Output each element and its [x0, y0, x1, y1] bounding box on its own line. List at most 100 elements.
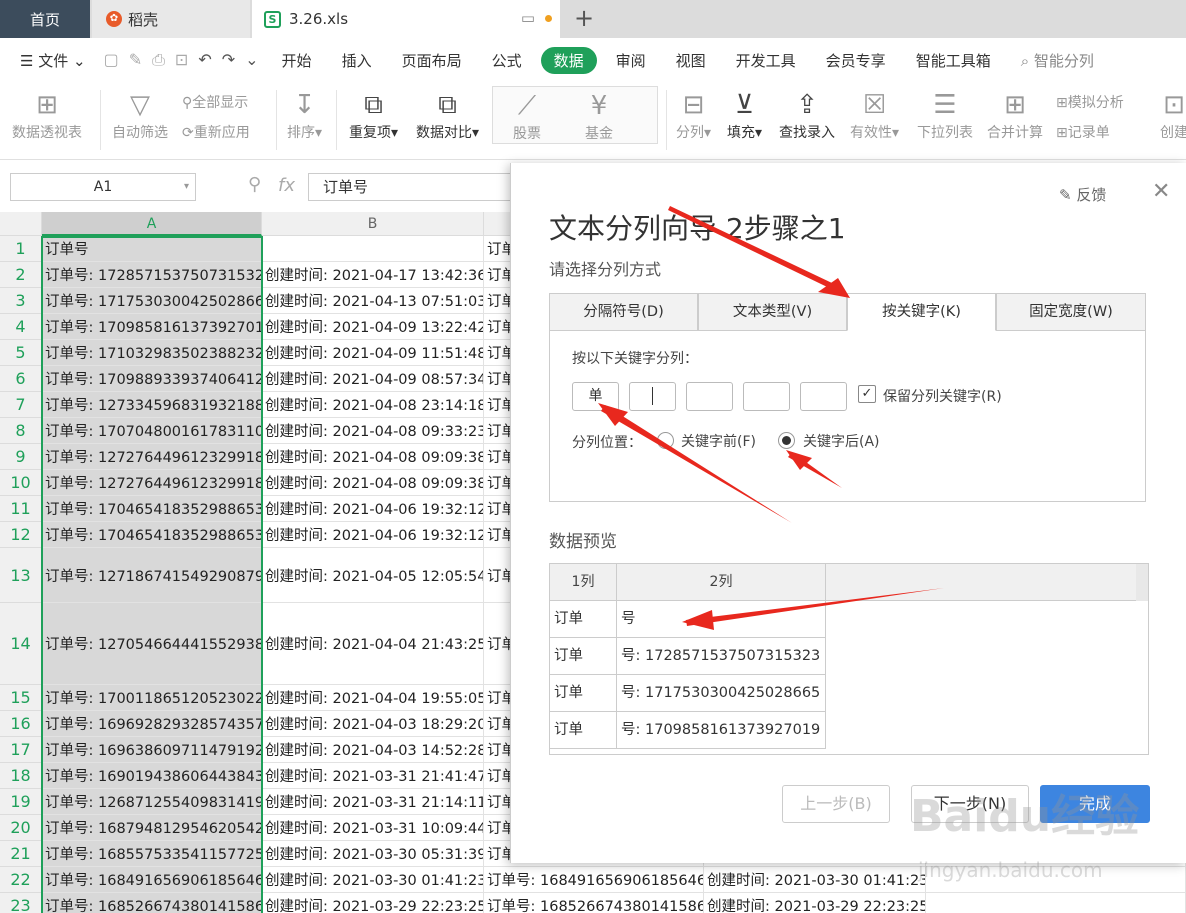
- cell-a[interactable]: 订单号: 1717530300425028665: [42, 288, 262, 314]
- cell-b[interactable]: [262, 236, 484, 262]
- tab-home[interactable]: 首页: [0, 0, 90, 38]
- customize-icon[interactable]: ⌄: [245, 50, 258, 70]
- cell-a[interactable]: 订单号: 1271867415492908794: [42, 548, 262, 603]
- feedback-button[interactable]: ✎ 反馈: [1059, 184, 1106, 205]
- tab-text-type[interactable]: 文本类型(V): [698, 293, 847, 331]
- row-header[interactable]: 14: [0, 603, 42, 685]
- menu-developer[interactable]: 开发工具: [721, 50, 811, 71]
- row-header[interactable]: 10: [0, 470, 42, 496]
- monitor-icon[interactable]: ▭: [521, 9, 535, 27]
- cell-a[interactable]: 订单号: [42, 236, 262, 262]
- close-icon[interactable]: ✕: [1152, 179, 1170, 204]
- row-header[interactable]: 11: [0, 496, 42, 522]
- cell-b[interactable]: 创建时间: 2021-04-13 07:51:03: [262, 288, 484, 314]
- cell-b[interactable]: 创建时间: 2021-04-08 09:09:38: [262, 444, 484, 470]
- cell-a[interactable]: 订单号: 1704654183529886533: [42, 496, 262, 522]
- split-columns-button[interactable]: ⊟ 分列▾: [676, 88, 711, 142]
- duplicates-button[interactable]: ⧉ 重复项▾: [349, 88, 398, 142]
- data-compare-button[interactable]: ⧉ 数据对比▾: [416, 88, 479, 142]
- before-keyword-radio[interactable]: [657, 432, 674, 449]
- cell-a[interactable]: 订单号: 1696928293285743574: [42, 711, 262, 737]
- row-header[interactable]: 13: [0, 548, 42, 603]
- fx-icon[interactable]: fx: [278, 175, 295, 196]
- sort-button[interactable]: ↧ 排序▾: [287, 88, 322, 142]
- column-header-b[interactable]: B: [262, 212, 484, 236]
- record-form-button[interactable]: ⊞记录单: [1056, 122, 1110, 142]
- cell-a[interactable]: 订单号: 1270546644415529386: [42, 603, 262, 685]
- keep-keyword-checkbox[interactable]: ✓: [858, 385, 876, 403]
- menu-data[interactable]: 数据: [540, 46, 597, 74]
- smart-split-search[interactable]: ⌕ 智能分列: [1006, 50, 1109, 71]
- cell-b[interactable]: 创建时间: 2021-03-30 01:41:23: [262, 867, 484, 893]
- row-header[interactable]: 1: [0, 236, 42, 262]
- cell-b[interactable]: 创建时间: 2021-04-06 19:32:12: [262, 522, 484, 548]
- cell-b[interactable]: 创建时间: 2021-04-09 13:22:42: [262, 314, 484, 340]
- select-all-corner[interactable]: [0, 212, 42, 236]
- cell-b[interactable]: 创建时间: 2021-04-09 08:57:34: [262, 366, 484, 392]
- row-header[interactable]: 17: [0, 737, 42, 763]
- row-header[interactable]: 9: [0, 444, 42, 470]
- keyword-input-5[interactable]: [800, 382, 847, 411]
- print-preview-icon[interactable]: ⊡: [175, 50, 188, 70]
- tab-delimiter[interactable]: 分隔符号(D): [549, 293, 698, 331]
- dropdown-list-button[interactable]: ☰ 下拉列表: [917, 88, 973, 142]
- row-header[interactable]: 19: [0, 789, 42, 815]
- cell-a[interactable]: 订单号: 1707048001617831106: [42, 418, 262, 444]
- cell-a[interactable]: 订单号: 1272764496123299183: [42, 470, 262, 496]
- cell-b[interactable]: 创建时间: 2021-04-03 18:29:20: [262, 711, 484, 737]
- after-keyword-radio[interactable]: [778, 432, 795, 449]
- cell-b[interactable]: 创建时间: 2021-04-09 11:51:48: [262, 340, 484, 366]
- cell-a[interactable]: 订单号: 1268712554098314196: [42, 789, 262, 815]
- prev-step-button[interactable]: 上一步(B): [782, 785, 890, 823]
- cell-a[interactable]: 订单号: 1685266743801415868: [42, 893, 262, 913]
- cell-b[interactable]: 创建时间: 2021-04-05 12:05:54: [262, 548, 484, 603]
- row-header[interactable]: 23: [0, 893, 42, 913]
- cell-a[interactable]: 订单号: 1684916569061856460: [42, 867, 262, 893]
- menu-formula[interactable]: 公式: [477, 50, 537, 71]
- cell-a[interactable]: 订单号: 1696386097114791925: [42, 737, 262, 763]
- cell-b[interactable]: 创建时间: 2021-03-30 05:31:39: [262, 841, 484, 867]
- tab-file[interactable]: S 3.26.xls ▭: [252, 0, 560, 38]
- row-header[interactable]: 7: [0, 392, 42, 418]
- stock-button[interactable]: ⟋ 股票: [513, 89, 541, 143]
- cell-b[interactable]: 创建时间: 2021-04-17 13:42:36: [262, 262, 484, 288]
- tab-docer[interactable]: ✿ 稻壳: [92, 0, 250, 38]
- row-header[interactable]: 3: [0, 288, 42, 314]
- cell-b[interactable]: 创建时间: 2021-04-08 09:33:23: [262, 418, 484, 444]
- cell-a[interactable]: 订单号: 1710329835023882323: [42, 340, 262, 366]
- show-all-button[interactable]: ⚲全部显示: [182, 92, 248, 112]
- cell-b[interactable]: 创建时间: 2021-04-08 23:14:18: [262, 392, 484, 418]
- cell-c[interactable]: 订单号: 1685266743801415868: [484, 893, 704, 913]
- keyword-input-1[interactable]: 单: [572, 382, 619, 411]
- menu-page-layout[interactable]: 页面布局: [387, 50, 477, 71]
- cell-b[interactable]: 创建时间: 2021-04-03 14:52:28: [262, 737, 484, 763]
- new-tab-icon[interactable]: +: [574, 4, 594, 32]
- cell-b[interactable]: 创建时间: 2021-04-04 21:43:25: [262, 603, 484, 685]
- cell-b[interactable]: 创建时间: 2021-03-31 10:09:44: [262, 815, 484, 841]
- cell-a[interactable]: 订单号: 1700118651205230223: [42, 685, 262, 711]
- tab-fixed-width[interactable]: 固定宽度(W): [996, 293, 1146, 331]
- cell-b[interactable]: 创建时间: 2021-03-29 22:23:25: [262, 893, 484, 913]
- cell-b[interactable]: 创建时间: 2021-03-31 21:14:11: [262, 789, 484, 815]
- keyword-input-4[interactable]: [743, 382, 790, 411]
- row-header[interactable]: 2: [0, 262, 42, 288]
- preview-scrollbar[interactable]: [1136, 564, 1148, 601]
- row-header[interactable]: 18: [0, 763, 42, 789]
- save-icon[interactable]: ▢: [104, 50, 119, 70]
- cell-b[interactable]: 创建时间: 2021-04-04 19:55:05: [262, 685, 484, 711]
- redo-icon[interactable]: ↷: [222, 50, 235, 70]
- cell-a[interactable]: 订单号: 1709889339374064128: [42, 366, 262, 392]
- cell-a[interactable]: 订单号: 1273345968319321885: [42, 392, 262, 418]
- cell-b[interactable]: 创建时间: 2021-04-06 19:32:12: [262, 496, 484, 522]
- cell-a[interactable]: 订单号: 1704654183529886533: [42, 522, 262, 548]
- cell-d[interactable]: 创建时间: 2021-03-29 22:23:25: [704, 893, 926, 913]
- row-header[interactable]: 22: [0, 867, 42, 893]
- row-header[interactable]: 20: [0, 815, 42, 841]
- row-header[interactable]: 5: [0, 340, 42, 366]
- cell-e[interactable]: [926, 893, 1186, 913]
- print-icon[interactable]: ⎙: [152, 50, 165, 70]
- menu-view[interactable]: 视图: [661, 50, 721, 71]
- create-group-button[interactable]: ⊡ 创建: [1160, 88, 1186, 142]
- row-header[interactable]: 8: [0, 418, 42, 444]
- tab-keyword[interactable]: 按关键字(K): [847, 293, 996, 331]
